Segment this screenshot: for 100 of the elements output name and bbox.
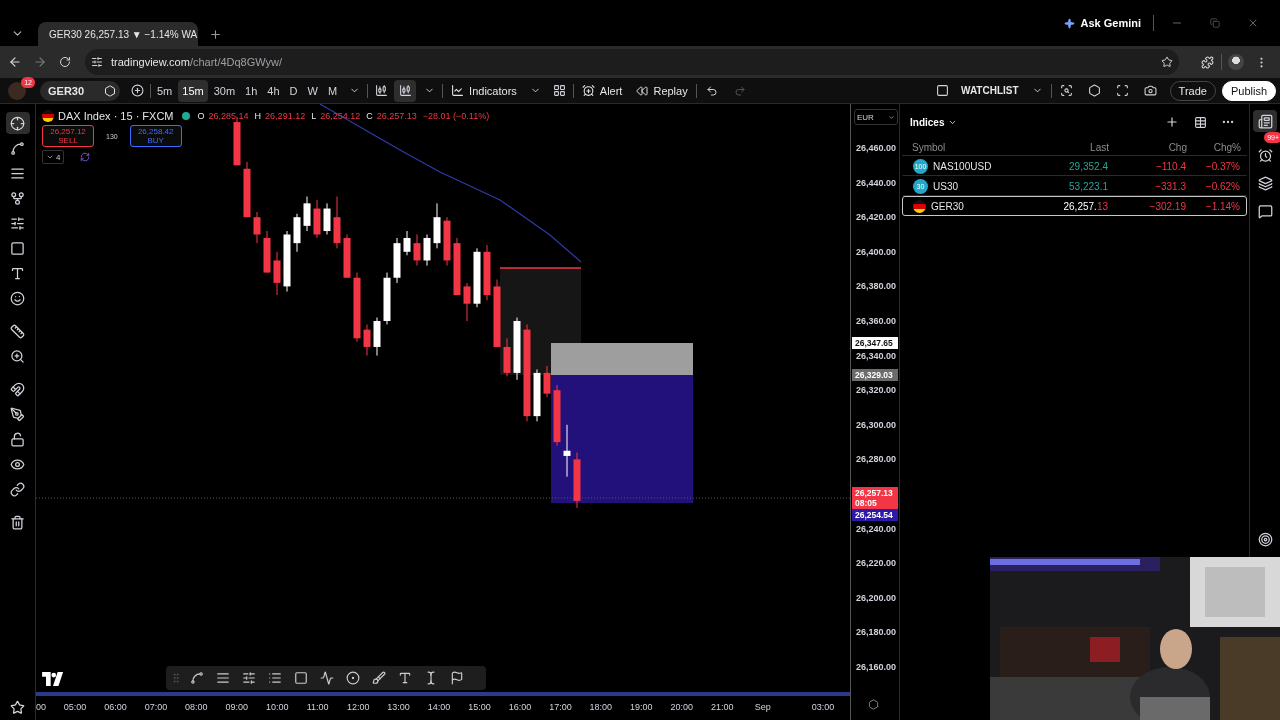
link-icon (10, 481, 25, 497)
time-label: Sep (754, 702, 771, 712)
tab-title: GER30 26,257.13 ▼ −1.14% WA (49, 28, 198, 40)
time-label: 07:00 (144, 702, 168, 712)
settings-icon[interactable] (868, 699, 879, 710)
publish-button[interactable]: Publish (1221, 80, 1276, 101)
candle (493, 279, 501, 348)
ohlc-value: 26,285.14 (208, 111, 249, 121)
column-header[interactable]: Symbol (912, 142, 1043, 153)
interval-button[interactable]: 1h (241, 79, 262, 102)
last-price: 53,223.1 (1068, 180, 1108, 192)
candles-button[interactable] (394, 79, 417, 102)
replay-button[interactable]: Replay (630, 79, 694, 102)
interval-button[interactable]: 4h (263, 79, 284, 102)
candle (553, 384, 561, 447)
ohlc-label: L (311, 111, 317, 121)
change-value: −110.4 (1154, 160, 1186, 172)
watchlist-row[interactable]: GER30 26,257.13 −302.19 −1.14% (902, 196, 1247, 216)
circle-icon (346, 671, 360, 685)
time-label: 12:00 (346, 702, 370, 712)
user-avatar[interactable] (8, 81, 26, 100)
time-label: 00 (36, 702, 46, 712)
time-label: 09:00 (225, 702, 249, 712)
change-value: −28.01 (−0.11%) (422, 111, 490, 121)
column-header[interactable]: Chg (1109, 142, 1187, 153)
change-percent: −0.62% (1204, 180, 1240, 192)
grip-icon[interactable] (170, 672, 182, 684)
site-info-icon[interactable] (91, 56, 103, 68)
column-header[interactable]: Last (1043, 142, 1109, 153)
bookmark-icon[interactable] (1161, 56, 1173, 68)
chevron-down-icon (46, 153, 54, 161)
table-icon (1193, 115, 1207, 129)
plus-icon (208, 27, 222, 41)
time-label: 19:00 (630, 702, 653, 712)
column-header[interactable]: Chg% (1187, 142, 1241, 153)
ruler-icon (10, 323, 25, 339)
candle (263, 230, 271, 274)
alert-button[interactable]: Alert (575, 79, 629, 102)
status-dot (181, 112, 190, 120)
change-percent: −0.37% (1204, 160, 1240, 172)
watchlist-button[interactable]: WATCHLIST (955, 79, 1025, 102)
candle (303, 195, 311, 232)
price-label: 26,280.00 (856, 454, 897, 465)
collapse-button[interactable]: 4 (42, 150, 65, 164)
grid-icon (553, 84, 567, 97)
puzzle-icon (1200, 55, 1214, 69)
arrow-left-icon (8, 55, 22, 69)
price-marker: 26,347.65 (852, 337, 898, 349)
price-label: 26,400.00 (856, 246, 897, 257)
logo-icon (42, 672, 64, 686)
interval-button[interactable]: M (323, 79, 342, 102)
reload-icon (59, 56, 71, 68)
candle (423, 234, 431, 267)
search-icon (1060, 84, 1074, 97)
list-title[interactable]: Indices (910, 116, 958, 128)
indicators-button[interactable]: Indicators (445, 79, 523, 102)
candle (313, 199, 321, 239)
time-label: 11:00 (306, 702, 329, 712)
interval-button[interactable]: 15m (178, 79, 208, 102)
candle (503, 337, 511, 377)
ohlc-value: 26,257.13 (376, 111, 417, 121)
ohlc-label: C (366, 111, 373, 121)
candle (473, 247, 481, 308)
browser-tab[interactable]: GER30 26,257.13 ▼ −1.14% WA (38, 22, 198, 46)
lock-icon (10, 431, 25, 447)
symbol-search-field[interactable]: GER30 (40, 80, 120, 101)
currency-dropdown[interactable]: EUR (854, 109, 898, 125)
square-icon (935, 84, 949, 97)
star-icon (10, 699, 25, 715)
symbol-name: GER30 (931, 200, 964, 212)
time-label: 08:00 (185, 702, 208, 712)
crosshair-tool[interactable] (5, 112, 30, 134)
ask-gemini-button[interactable]: Ask Gemini (1060, 12, 1145, 34)
time-label: 21:00 (710, 702, 734, 712)
candle (443, 216, 451, 267)
price-label: 26,320.00 (856, 385, 897, 396)
symbol-name: US30 (933, 180, 958, 192)
camera-icon (1144, 84, 1158, 97)
interval-button[interactable]: 30m (209, 79, 240, 102)
redo-icon (733, 84, 746, 97)
line-chart-icon (451, 84, 465, 97)
change-percent: −1.14% (1204, 200, 1240, 212)
pen-icon (10, 406, 25, 422)
price-label: 26,220.00 (856, 558, 897, 569)
interval-button[interactable]: D (285, 79, 302, 102)
sync-icon[interactable] (80, 152, 91, 162)
price-label: 26,300.00 (856, 419, 897, 430)
sell-button[interactable]: 26,257.12 SELL (42, 125, 94, 147)
symbol-name: NAS100USD (933, 160, 992, 172)
smiley-icon (10, 290, 25, 306)
buy-button[interactable]: 26,258.42 BUY (129, 125, 182, 147)
address-field[interactable]: tradingview.com/chart/4Dq8GWyw/ (85, 49, 1179, 75)
candle (323, 202, 331, 235)
candle (383, 272, 391, 325)
interval-button[interactable]: 5m (153, 79, 177, 102)
interval-button[interactable]: W (303, 79, 322, 102)
price-label: 26,340.00 (856, 350, 897, 361)
flag-icon (450, 671, 464, 685)
list-icon (268, 671, 282, 685)
watchlist-panel-button[interactable] (1253, 110, 1277, 132)
